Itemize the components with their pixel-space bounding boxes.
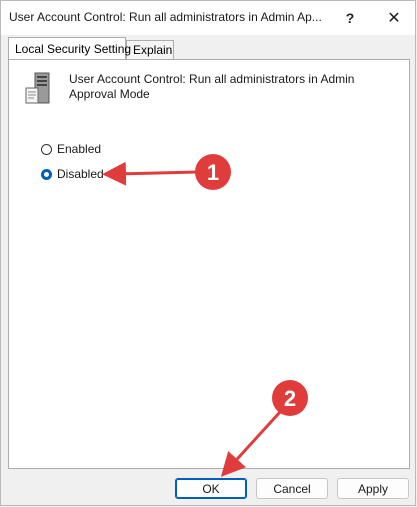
server-policy-icon bbox=[25, 72, 50, 104]
disabled-option[interactable]: Disabled bbox=[41, 167, 104, 181]
disabled-label: Disabled bbox=[57, 167, 104, 181]
policy-name: User Account Control: Run all administra… bbox=[69, 72, 355, 101]
close-button[interactable]: ✕ bbox=[371, 1, 417, 35]
ok-button[interactable]: OK bbox=[175, 478, 247, 499]
tab-local-security-setting[interactable]: Local Security Setting bbox=[8, 37, 131, 59]
enabled-radio[interactable] bbox=[41, 143, 52, 155]
help-button[interactable]: ? bbox=[327, 1, 373, 35]
disabled-radio[interactable] bbox=[41, 168, 52, 180]
tab-explain[interactable]: Explain bbox=[126, 40, 174, 60]
tab-panel: User Account Control: Run all administra… bbox=[8, 59, 410, 469]
window-title: User Account Control: Run all administra… bbox=[9, 10, 322, 24]
enabled-label: Enabled bbox=[57, 142, 102, 156]
apply-button[interactable]: Apply bbox=[337, 478, 409, 499]
title-bar[interactable]: User Account Control: Run all administra… bbox=[1, 1, 415, 35]
cancel-button[interactable]: Cancel bbox=[256, 478, 328, 499]
dialog-window: User Account Control: Run all administra… bbox=[0, 0, 416, 506]
enabled-option[interactable]: Enabled bbox=[41, 142, 101, 156]
